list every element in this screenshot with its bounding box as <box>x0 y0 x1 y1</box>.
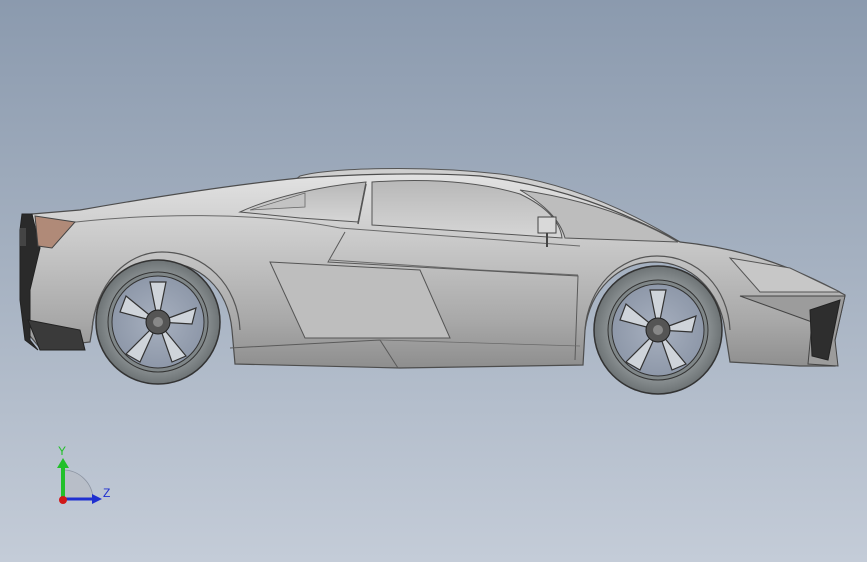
rear-bumper-light <box>20 228 26 246</box>
triad-y-label: Y <box>58 444 66 458</box>
front-wheel <box>593 265 723 395</box>
reference-triad: Y Z <box>57 444 110 504</box>
triad-z-label: Z <box>103 486 110 500</box>
side-mirror <box>537 216 557 234</box>
rear-wheel <box>95 259 221 385</box>
car-model[interactable]: Y Z <box>0 0 867 562</box>
triad-x-axis <box>59 496 67 504</box>
triad-quarter-disc <box>62 469 94 501</box>
graphics-viewport[interactable]: Y Z <box>0 0 867 562</box>
